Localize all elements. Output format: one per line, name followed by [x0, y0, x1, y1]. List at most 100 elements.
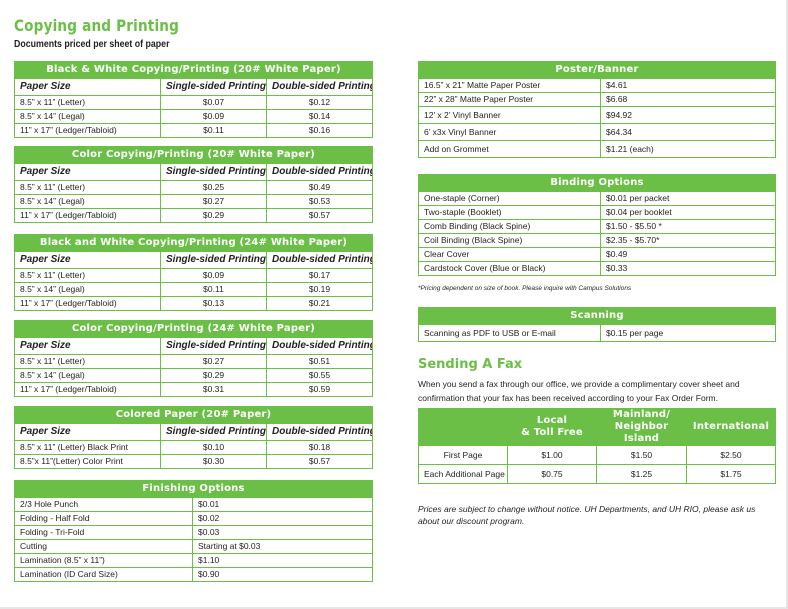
item-cell: 12’ x 2’ Vinyl Banner	[418, 106, 601, 124]
item-cell: Add on Grommet	[418, 140, 601, 158]
table-row: Folding - Tri-Fold $0.03	[14, 525, 373, 540]
table-row: Each Additional Page $0.75 $1.25 $1.75	[418, 464, 776, 484]
price-cell: $1.50	[596, 445, 687, 465]
column-header: Paper Size	[14, 251, 161, 269]
bw-24-table: Black and White Copying/Printing (24# Wh…	[14, 234, 373, 311]
price-cell: $0.90	[192, 567, 373, 582]
table-row: 6’ x3x Vinyl Banner $64.34	[418, 123, 777, 141]
price-cell: $2.50	[686, 445, 776, 465]
table-row: 2/3 Hole Punch $0.01	[14, 497, 373, 512]
price-cell: $0.14	[266, 109, 373, 124]
column-header-international: International	[686, 408, 776, 446]
row-label: First Page	[418, 445, 508, 465]
item-cell: 16.5” x 21” Matte Paper Poster	[418, 78, 601, 93]
item-cell: One-staple (Corner)	[418, 191, 601, 206]
fax-pricing-table: Local & Toll Free Mainland/ Neighbor Isl…	[418, 408, 776, 484]
table-title: Black & White Copying/Printing (20# Whit…	[14, 61, 373, 79]
price-cell: $0.30	[160, 454, 267, 469]
price-cell: $0.57	[265, 454, 374, 469]
column-header: Double-sided Printing	[266, 78, 373, 96]
price-cell: $0.53	[266, 194, 373, 209]
column-header	[418, 408, 508, 446]
paper-size-cell: 8.5” x 11” (Letter) Black Print	[14, 440, 161, 455]
table-row: 8.5” x 14” (Legal) $0.11 $0.19	[14, 282, 373, 297]
column-header-local: Local & Toll Free	[507, 408, 597, 446]
paper-size-cell: 11” x 17” (Ledger/Tabloid)	[14, 208, 161, 223]
table-row: 8.5” x 11” (Letter) $0.07 $0.12	[14, 95, 373, 110]
table-title: Poster/Banner	[417, 61, 777, 79]
paper-size-cell: 11” x 17” (Ledger/Tabloid)	[14, 296, 161, 311]
price-cell: $0.29	[160, 368, 267, 383]
table-row: 8.5” x 11” (Letter) $0.25 $0.49	[14, 180, 373, 195]
price-cell: $0.25	[160, 180, 267, 195]
price-cell: $0.49	[599, 247, 777, 262]
finishing-options-table: Finishing Options 2/3 Hole Punch $0.01 Fo…	[14, 480, 373, 582]
price-disclaimer: Prices are subject to change without not…	[418, 504, 756, 526]
table-row: 11” x 17” (Ledger/Tabloid) $0.29 $0.57	[14, 208, 373, 223]
item-cell: Lamination (8.5” x 11”)	[14, 553, 193, 568]
table-row: 8.5” x 14” (Legal) $0.27 $0.53	[14, 194, 373, 209]
table-row: 8.5”x 11”(Letter) Color Print $0.30 $0.57	[14, 454, 374, 469]
price-cell: $0.75	[507, 464, 597, 484]
price-cell: $0.55	[266, 368, 373, 383]
table-row: 8.5” x 11” (Letter) $0.09 $0.17	[14, 268, 373, 283]
table-title: Colored Paper (20# Paper)	[13, 406, 374, 424]
paper-size-cell: 11” x 17” (Ledger/Tabloid)	[14, 382, 161, 397]
item-cell: Scanning as PDF to USB or E-mail	[418, 324, 601, 342]
item-cell: 6’ x3x Vinyl Banner	[418, 123, 601, 141]
price-cell: $0.57	[266, 208, 373, 223]
table-title: Black and White Copying/Printing (24# Wh…	[14, 234, 373, 252]
price-cell: $1.00	[507, 445, 597, 465]
column-header: Double-sided Printing	[266, 251, 373, 269]
price-cell: $0.01	[192, 497, 373, 512]
table-row: Lamination (8.5” x 11”) $1.10	[14, 553, 373, 568]
binding-footnote: *Pricing dependent on size of book. Plea…	[418, 285, 632, 292]
column-header: Paper Size	[14, 78, 161, 96]
paper-size-cell: 8.5” x 11” (Letter)	[14, 95, 161, 110]
paper-size-cell: 8.5” x 11” (Letter)	[14, 268, 161, 283]
fax-section-title: Sending A Fax	[418, 357, 523, 372]
binding-options-table: Binding Options One-staple (Corner) $0.01…	[417, 174, 777, 276]
item-cell: Comb Binding (Black Spine)	[418, 219, 601, 234]
column-header: Double-sided Printing	[266, 337, 373, 355]
price-cell: $0.13	[160, 296, 267, 311]
column-header: Single-sided Printing	[160, 251, 267, 269]
poster-banner-table: Poster/Banner 16.5” x 21” Matte Paper Po…	[417, 61, 777, 158]
price-cell: $0.03	[192, 525, 373, 540]
price-cell: $0.29	[160, 208, 267, 223]
page-title: Copying and Printing	[14, 16, 180, 35]
column-header: Single-sided Printing	[160, 163, 267, 181]
price-cell: $0.15 per page	[599, 324, 777, 342]
item-cell: Coil Binding (Black Spine)	[418, 233, 601, 248]
price-cell: $1.25	[596, 464, 687, 484]
table-row: 11” x 17” (Ledger/Tabloid) $0.31 $0.59	[14, 382, 373, 397]
column-header: Paper Size	[14, 163, 161, 181]
price-cell: Starting at $0.03	[192, 539, 373, 554]
table-row: Cardstock Cover (Blue or Black) $0.33	[418, 261, 777, 276]
column-header: Paper Size	[14, 337, 161, 355]
table-row: Add on Grommet $1.21 (each)	[418, 140, 777, 158]
item-cell: Two-staple (Booklet)	[418, 205, 601, 220]
bw-20-table: Black & White Copying/Printing (20# Whit…	[14, 61, 373, 138]
price-cell: $94.92	[599, 106, 777, 124]
column-header-mainland: Mainland/ Neighbor Island	[596, 408, 687, 446]
color-24-table: Color Copying/Printing (24# White Paper)…	[14, 320, 373, 397]
price-cell: $0.07	[160, 95, 267, 110]
column-header: Paper Size	[14, 423, 161, 441]
table-row: First Page $1.00 $1.50 $2.50	[418, 445, 776, 465]
table-title: Color Copying/Printing (20# White Paper)	[14, 146, 373, 164]
price-cell: $0.02	[192, 511, 373, 526]
price-cell: $64.34	[599, 123, 777, 141]
fax-description: When you send a fax through our office, …	[418, 379, 740, 403]
price-cell: $2.35 - $5.70*	[599, 233, 777, 248]
price-cell: $0.49	[266, 180, 373, 195]
price-cell: $1.21 (each)	[599, 140, 777, 158]
price-cell: $0.27	[160, 354, 267, 369]
table-row: Lamination (ID Card Size) $0.90	[14, 567, 373, 582]
price-cell: $0.59	[266, 382, 373, 397]
price-cell: $0.51	[266, 354, 373, 369]
price-cell: $0.11	[160, 123, 267, 138]
table-row: 8.5” x 11” (Letter) Black Print $0.10 $0.1…	[14, 440, 374, 455]
scanning-table: Scanning Scanning as PDF to USB or E-mai…	[417, 307, 777, 342]
paper-size-cell: 8.5” x 14” (Legal)	[14, 109, 161, 124]
